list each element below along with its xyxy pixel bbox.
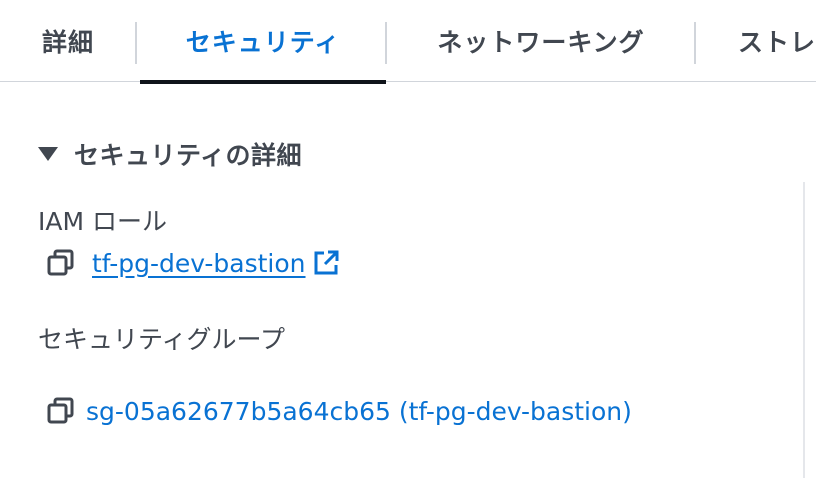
tab-details[interactable]: 詳細 (40, 0, 96, 82)
tab-networking[interactable]: ネットワーキング (430, 0, 652, 82)
iam-role-label: IAM ロール (38, 207, 167, 236)
external-link-icon[interactable] (312, 249, 340, 277)
security-group-value-row: sg-05a62677b5a64cb65 (tf-pg-dev-bastion) (46, 396, 632, 426)
security-group-link[interactable]: sg-05a62677b5a64cb65 (tf-pg-dev-bastion) (86, 397, 632, 426)
tab-security[interactable]: セキュリティ (140, 0, 386, 84)
section-title: セキュリティの詳細 (74, 141, 303, 170)
panel-divider (803, 182, 805, 478)
iam-role-link[interactable]: tf-pg-dev-bastion (92, 249, 306, 278)
iam-role-value-row: tf-pg-dev-bastion (46, 248, 340, 278)
security-groups-label: セキュリティグループ (38, 325, 286, 354)
tab-storage[interactable]: ストレ (738, 0, 816, 82)
caret-down-icon (38, 147, 58, 161)
tab-divider (385, 22, 387, 64)
copy-icon[interactable] (46, 396, 76, 426)
tab-bar: 詳細 セキュリティ ネットワーキング ストレ (0, 0, 816, 84)
tab-divider (135, 22, 137, 64)
tab-divider (694, 22, 696, 64)
copy-icon[interactable] (46, 248, 76, 278)
security-details-toggle[interactable]: セキュリティの詳細 (38, 136, 302, 172)
